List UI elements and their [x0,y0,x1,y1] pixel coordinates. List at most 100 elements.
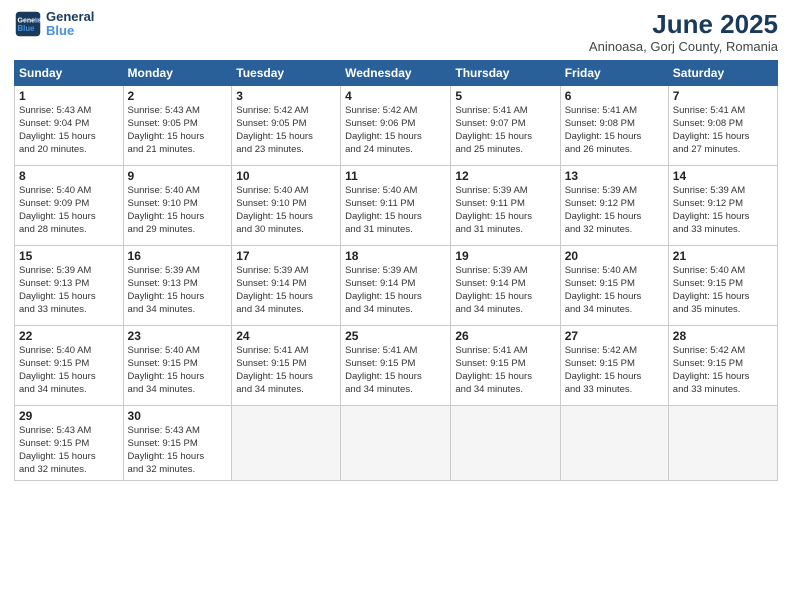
day-number: 16 [128,249,228,263]
calendar-cell [668,405,777,480]
weekday-header-friday: Friday [560,60,668,85]
calendar-cell: 12Sunrise: 5:39 AM Sunset: 9:11 PM Dayli… [451,165,560,245]
calendar-cell: 11Sunrise: 5:40 AM Sunset: 9:11 PM Dayli… [341,165,451,245]
day-number: 25 [345,329,446,343]
calendar-cell: 24Sunrise: 5:41 AM Sunset: 9:15 PM Dayli… [232,325,341,405]
calendar-cell: 5Sunrise: 5:41 AM Sunset: 9:07 PM Daylig… [451,85,560,165]
day-number: 30 [128,409,228,423]
calendar-week-3: 15 Sunrise: 5:39 AM Sunset: 9:13 PM Dayli… [15,245,778,325]
day-number: 27 [565,329,664,343]
day-info: Sunrise: 5:40 AM Sunset: 9:15 PM Dayligh… [565,264,664,317]
day-info: Sunrise: 5:41 AM Sunset: 9:08 PM Dayligh… [565,104,664,157]
day-info: Sunrise: 5:39 AM Sunset: 9:12 PM Dayligh… [673,184,773,237]
day-info: Sunrise: 5:40 AM Sunset: 9:10 PM Dayligh… [236,184,336,237]
day-number: 20 [565,249,664,263]
logo-icon: General Blue [14,10,42,38]
header: General Blue General Blue June 2025 Anin… [14,10,778,54]
calendar-cell: 18Sunrise: 5:39 AM Sunset: 9:14 PM Dayli… [341,245,451,325]
calendar-cell: 7Sunrise: 5:41 AM Sunset: 9:08 PM Daylig… [668,85,777,165]
day-number: 23 [128,329,228,343]
day-info: Sunrise: 5:42 AM Sunset: 9:15 PM Dayligh… [565,344,664,397]
day-info: Sunrise: 5:42 AM Sunset: 9:06 PM Dayligh… [345,104,446,157]
calendar-cell: 29Sunrise: 5:43 AM Sunset: 9:15 PM Dayli… [15,405,124,480]
calendar-week-1: 1Sunrise: 5:43 AM Sunset: 9:04 PM Daylig… [15,85,778,165]
calendar-cell: 15Sunrise: 5:39 AM Sunset: 9:13 PM Dayli… [15,245,124,325]
day-info: Sunrise: 5:42 AM Sunset: 9:15 PM Dayligh… [673,344,773,397]
calendar-cell [232,405,341,480]
calendar-cell: 13Sunrise: 5:39 AM Sunset: 9:12 PM Dayli… [560,165,668,245]
day-info: Sunrise: 5:39 AM Sunset: 9:12 PM Dayligh… [565,184,664,237]
day-number: 4 [345,89,446,103]
day-info: Sunrise: 5:40 AM Sunset: 9:09 PM Dayligh… [19,184,119,237]
weekday-header-thursday: Thursday [451,60,560,85]
day-info: Sunrise: 5:43 AM Sunset: 9:15 PM Dayligh… [128,424,228,477]
logo-blue: Blue [46,24,94,38]
calendar-cell: 17Sunrise: 5:39 AM Sunset: 9:14 PM Dayli… [232,245,341,325]
day-info: Sunrise: 5:39 AM Sunset: 9:14 PM Dayligh… [455,264,555,317]
calendar-table: SundayMondayTuesdayWednesdayThursdayFrid… [14,60,778,481]
day-info: Sunrise: 5:39 AM Sunset: 9:14 PM Dayligh… [345,264,446,317]
day-number: 10 [236,169,336,183]
day-info: Sunrise: 5:39 AM Sunset: 9:14 PM Dayligh… [236,264,336,317]
calendar-cell: 3Sunrise: 5:42 AM Sunset: 9:05 PM Daylig… [232,85,341,165]
day-info: Sunrise: 5:40 AM Sunset: 9:10 PM Dayligh… [128,184,228,237]
calendar-cell: 6Sunrise: 5:41 AM Sunset: 9:08 PM Daylig… [560,85,668,165]
day-number: 18 [345,249,446,263]
calendar-cell: 25Sunrise: 5:41 AM Sunset: 9:15 PM Dayli… [341,325,451,405]
day-info: Sunrise: 5:43 AM Sunset: 9:05 PM Dayligh… [128,104,228,157]
day-number: 15 [19,249,119,263]
calendar-cell: 14Sunrise: 5:39 AM Sunset: 9:12 PM Dayli… [668,165,777,245]
day-info: Sunrise: 5:41 AM Sunset: 9:08 PM Dayligh… [673,104,773,157]
calendar-cell: 19Sunrise: 5:39 AM Sunset: 9:14 PM Dayli… [451,245,560,325]
calendar-cell: 27Sunrise: 5:42 AM Sunset: 9:15 PM Dayli… [560,325,668,405]
day-number: 21 [673,249,773,263]
day-info: Sunrise: 5:41 AM Sunset: 9:15 PM Dayligh… [455,344,555,397]
day-number: 19 [455,249,555,263]
weekday-header-tuesday: Tuesday [232,60,341,85]
day-number: 24 [236,329,336,343]
day-number: 8 [19,169,119,183]
logo: General Blue General Blue [14,10,94,39]
day-number: 26 [455,329,555,343]
day-number: 13 [565,169,664,183]
day-info: Sunrise: 5:40 AM Sunset: 9:15 PM Dayligh… [673,264,773,317]
calendar-cell: 20Sunrise: 5:40 AM Sunset: 9:15 PM Dayli… [560,245,668,325]
day-number: 12 [455,169,555,183]
day-info: Sunrise: 5:43 AM Sunset: 9:15 PM Dayligh… [19,424,119,477]
calendar-cell: 2Sunrise: 5:43 AM Sunset: 9:05 PM Daylig… [123,85,232,165]
calendar-cell [451,405,560,480]
calendar-header-row: SundayMondayTuesdayWednesdayThursdayFrid… [15,60,778,85]
calendar-cell: 9Sunrise: 5:40 AM Sunset: 9:10 PM Daylig… [123,165,232,245]
calendar-week-2: 8Sunrise: 5:40 AM Sunset: 9:09 PM Daylig… [15,165,778,245]
calendar-cell: 1Sunrise: 5:43 AM Sunset: 9:04 PM Daylig… [15,85,124,165]
day-info: Sunrise: 5:39 AM Sunset: 9:11 PM Dayligh… [455,184,555,237]
calendar-cell: 23Sunrise: 5:40 AM Sunset: 9:15 PM Dayli… [123,325,232,405]
day-number: 29 [19,409,119,423]
day-info: Sunrise: 5:42 AM Sunset: 9:05 PM Dayligh… [236,104,336,157]
day-info: Sunrise: 5:39 AM Sunset: 9:13 PM Dayligh… [128,264,228,317]
logo-general: General [46,10,94,24]
svg-text:Blue: Blue [18,24,36,33]
day-number: 14 [673,169,773,183]
day-info: Sunrise: 5:41 AM Sunset: 9:15 PM Dayligh… [345,344,446,397]
day-number: 17 [236,249,336,263]
weekday-header-monday: Monday [123,60,232,85]
title-block: June 2025 Aninoasa, Gorj County, Romania [589,10,778,54]
calendar-cell: 28Sunrise: 5:42 AM Sunset: 9:15 PM Dayli… [668,325,777,405]
day-number: 9 [128,169,228,183]
page: General Blue General Blue June 2025 Anin… [0,0,792,612]
day-number: 11 [345,169,446,183]
calendar-cell: 16Sunrise: 5:39 AM Sunset: 9:13 PM Dayli… [123,245,232,325]
calendar-cell: 21Sunrise: 5:40 AM Sunset: 9:15 PM Dayli… [668,245,777,325]
day-number: 7 [673,89,773,103]
day-number: 5 [455,89,555,103]
day-info: Sunrise: 5:40 AM Sunset: 9:15 PM Dayligh… [19,344,119,397]
calendar-cell: 26Sunrise: 5:41 AM Sunset: 9:15 PM Dayli… [451,325,560,405]
calendar-cell [341,405,451,480]
location: Aninoasa, Gorj County, Romania [589,39,778,54]
day-info: Sunrise: 5:41 AM Sunset: 9:07 PM Dayligh… [455,104,555,157]
day-info: Sunrise: 5:40 AM Sunset: 9:11 PM Dayligh… [345,184,446,237]
weekday-header-sunday: Sunday [15,60,124,85]
day-number: 22 [19,329,119,343]
day-info: Sunrise: 5:43 AM Sunset: 9:04 PM Dayligh… [19,104,119,157]
